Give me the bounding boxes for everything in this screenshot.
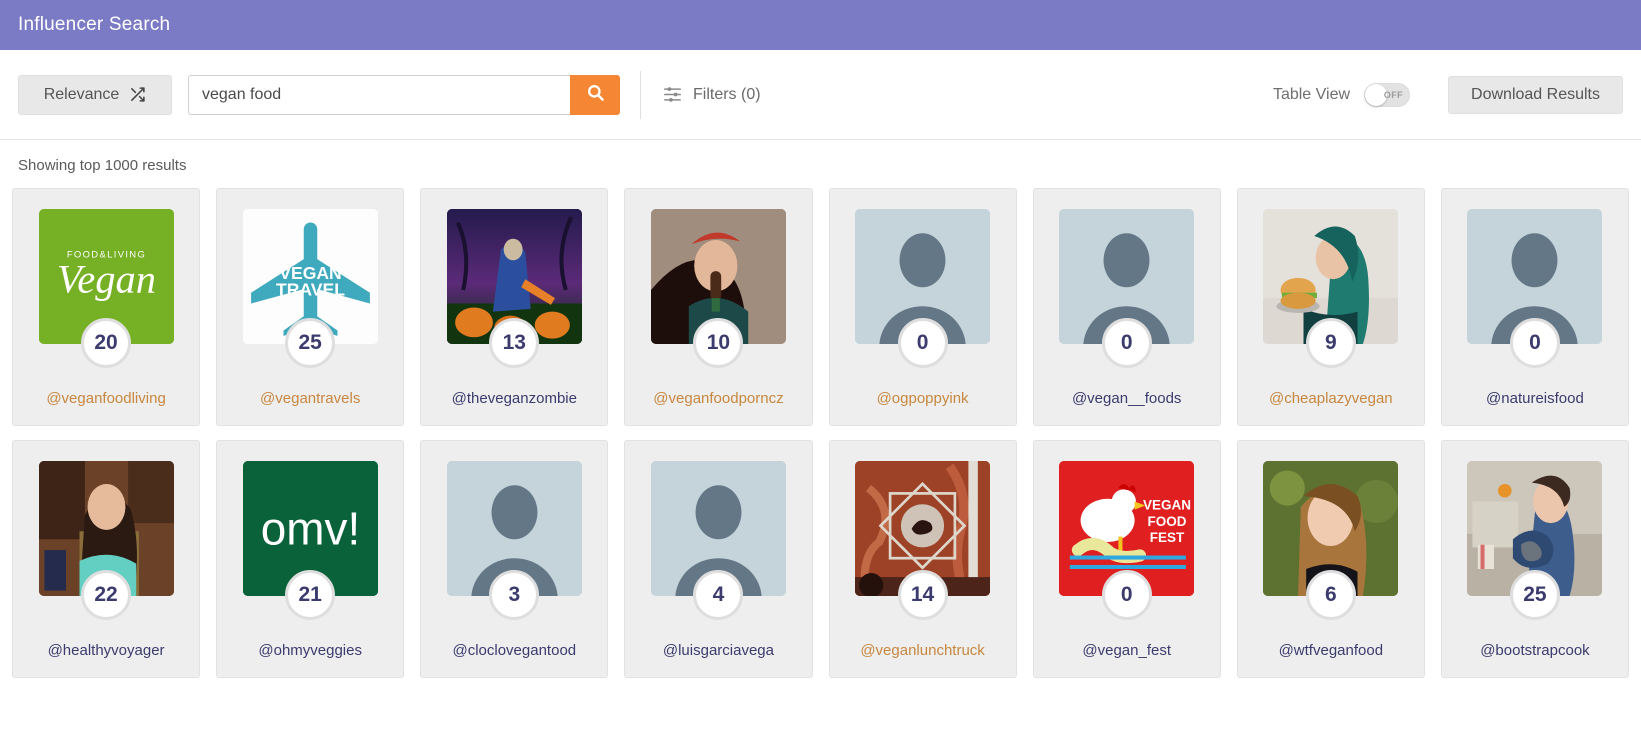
influencer-username[interactable]: @vegan_fest <box>1082 642 1171 659</box>
search-box <box>188 74 620 115</box>
influencer-card[interactable]: omv! 21 @ohmyveggies <box>216 440 405 678</box>
influencer-card[interactable]: 10 @veganfoodporncz <box>624 188 813 426</box>
filters-button[interactable]: Filters (0) <box>663 86 761 104</box>
influencer-username[interactable]: @cheaplazyvegan <box>1269 390 1393 407</box>
influencer-card[interactable]: 22 @healthyvoyager <box>12 440 201 678</box>
svg-text:FOOD: FOOD <box>1148 514 1187 529</box>
page-title: Influencer Search <box>18 14 171 35</box>
toolbar-right-group: Table View OFF Download Results <box>1272 75 1623 114</box>
score-badge: 0 <box>1101 318 1152 368</box>
influencer-username[interactable]: @cloclovegantood <box>452 642 576 659</box>
score-badge: 3 <box>489 570 540 620</box>
results-count: Showing top 1000 results <box>18 157 187 174</box>
influencer-card[interactable]: 3 @cloclovegantood <box>420 440 609 678</box>
thumbnail-wrapper: 25 <box>1467 461 1603 620</box>
thumbnail-wrapper: omv! 21 <box>242 461 378 620</box>
thumbnail-wrapper: VEGAN TRAVEL 25 <box>242 209 378 368</box>
influencer-card[interactable]: 0 @ogpoppyink <box>828 188 1017 426</box>
results-grid: FOOD&LIVING Vegan 20 @veganfoodliving VEGAN T… <box>0 188 1641 678</box>
influencer-username[interactable]: @veganfoodporncz <box>653 390 783 407</box>
influencer-username[interactable]: @vegantravels <box>260 390 360 407</box>
score-badge: 25 <box>1509 570 1560 620</box>
svg-text:VEGAN: VEGAN <box>1143 498 1191 513</box>
thumbnail-wrapper: 14 <box>855 461 991 620</box>
influencer-card[interactable]: 9 @cheaplazyvegan <box>1236 188 1425 426</box>
influencer-card[interactable]: 13 @theveganzombie <box>420 188 609 426</box>
score-badge: 0 <box>1101 570 1152 620</box>
influencer-username[interactable]: @wtfveganfood <box>1279 642 1383 659</box>
thumbnail-wrapper: 3 <box>446 461 582 620</box>
sort-relevance-button[interactable]: Relevance <box>18 74 172 115</box>
influencer-username[interactable]: @theveganzombie <box>452 390 577 407</box>
influencer-card[interactable]: 4 @luisgarciavega <box>624 440 813 678</box>
influencer-username[interactable]: @veganfoodliving <box>46 390 165 407</box>
score-badge: 0 <box>1509 318 1560 368</box>
score-badge: 13 <box>489 318 540 368</box>
score-badge: 21 <box>285 570 336 620</box>
table-view-toggle[interactable]: OFF <box>1364 82 1411 107</box>
influencer-username[interactable]: @luisgarciavega <box>663 642 774 659</box>
shuffle-icon <box>129 86 146 103</box>
thumbnail-wrapper: 0 <box>1059 209 1195 368</box>
sliders-icon <box>663 86 682 103</box>
thumbnail-wrapper: 6 <box>1263 461 1399 620</box>
toggle-state-label: OFF <box>1383 89 1404 100</box>
influencer-card[interactable]: FOOD&LIVING Vegan 20 @veganfoodliving <box>12 188 201 426</box>
score-badge: 9 <box>1305 318 1356 368</box>
influencer-username[interactable]: @healthyvoyager <box>48 642 165 659</box>
table-view-label: Table View <box>1272 85 1351 103</box>
thumbnail-wrapper: 0 <box>1467 209 1603 368</box>
thumbnail-wrapper: 13 <box>446 209 582 368</box>
influencer-username[interactable]: @ohmyveggies <box>258 642 362 659</box>
search-icon <box>586 83 605 107</box>
influencer-card[interactable]: VEGAN TRAVEL 25 @vegantravels <box>216 188 405 426</box>
influencer-username[interactable]: @ogpoppyink <box>877 390 969 407</box>
score-badge: 20 <box>81 318 132 368</box>
score-badge: 0 <box>897 318 948 368</box>
svg-text:FEST: FEST <box>1150 530 1185 545</box>
thumbnail-wrapper: 10 <box>650 209 786 368</box>
influencer-card[interactable]: 14 @veganlunchtruck <box>828 440 1017 678</box>
thumbnail-wrapper: 22 <box>38 461 174 620</box>
search-input[interactable] <box>188 74 570 115</box>
influencer-card[interactable]: 0 @natureisfood <box>1440 188 1629 426</box>
influencer-card[interactable]: 6 @wtfveganfood <box>1236 440 1425 678</box>
download-results-button[interactable]: Download Results <box>1448 75 1623 114</box>
influencer-username[interactable]: @veganlunchtruck <box>860 642 984 659</box>
influencer-username[interactable]: @vegan__foods <box>1072 390 1181 407</box>
score-badge: 4 <box>693 570 744 620</box>
thumbnail-wrapper: FOOD&LIVING Vegan 20 <box>38 209 174 368</box>
app-header: Influencer Search <box>0 0 1641 50</box>
sort-label: Relevance <box>43 85 120 103</box>
score-badge: 22 <box>81 570 132 620</box>
influencer-username[interactable]: @bootstrapcook <box>1480 642 1589 659</box>
score-badge: 10 <box>693 318 744 368</box>
influencer-card[interactable]: 0 @vegan__foods <box>1032 188 1221 426</box>
filters-label: Filters (0) <box>693 85 761 103</box>
influencer-card[interactable]: VEGAN FOOD FEST 0 @vegan_fest <box>1032 440 1221 678</box>
score-badge: 25 <box>285 318 336 368</box>
search-toolbar: Relevance vegan food Filters (0) Table V… <box>0 50 1641 140</box>
thumbnail-wrapper: 9 <box>1263 209 1399 368</box>
score-badge: 6 <box>1305 570 1356 620</box>
influencer-username[interactable]: @natureisfood <box>1486 390 1584 407</box>
influencer-card[interactable]: 25 @bootstrapcook <box>1440 440 1629 678</box>
search-button[interactable] <box>570 74 620 115</box>
svg-text:TRAVEL: TRAVEL <box>276 279 345 299</box>
svg-text:omv!: omv! <box>260 503 359 555</box>
svg-text:Vegan: Vegan <box>57 257 156 302</box>
score-badge: 14 <box>897 570 948 620</box>
thumbnail-wrapper: VEGAN FOOD FEST 0 <box>1059 461 1195 620</box>
thumbnail-wrapper: 4 <box>650 461 786 620</box>
thumbnail-wrapper: 0 <box>855 209 991 368</box>
toolbar-divider <box>640 70 641 119</box>
